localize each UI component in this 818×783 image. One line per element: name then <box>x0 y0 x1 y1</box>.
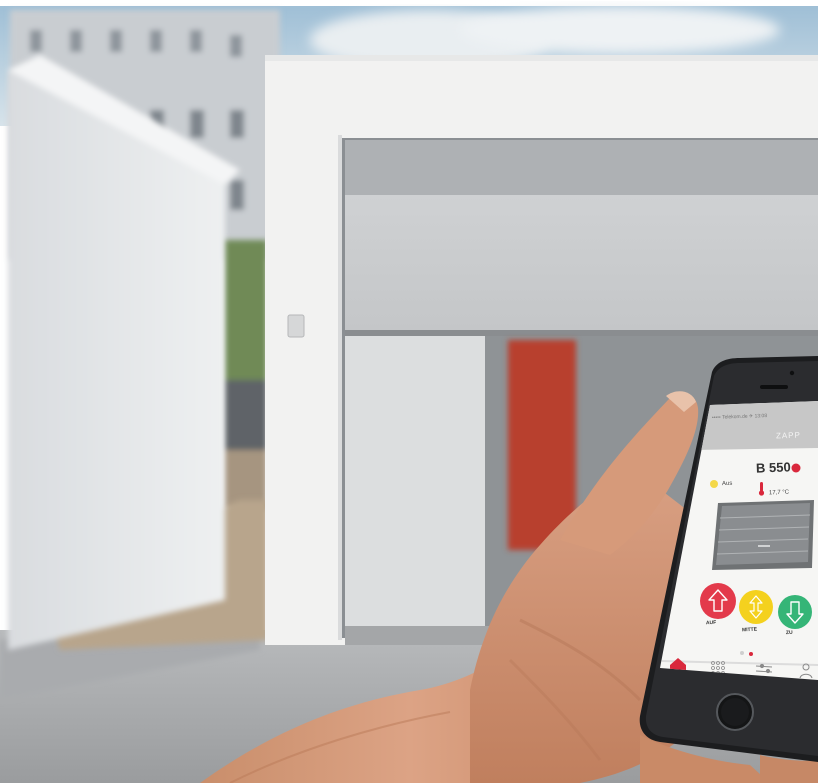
device-model: B 550 <box>755 459 791 476</box>
open-button-label: AUF <box>705 619 717 627</box>
tab-profile[interactable] <box>796 660 816 680</box>
open-button[interactable] <box>700 583 736 619</box>
tab-settings[interactable] <box>752 660 776 678</box>
tab-home[interactable] <box>666 655 690 675</box>
tab-devices[interactable] <box>708 657 730 677</box>
close-button-label: ZU <box>785 629 793 637</box>
app-screen: ••••• Telekom.de ✈ 13:08 ZAPP B 550 Aus … <box>0 0 818 783</box>
close-button[interactable] <box>778 595 812 629</box>
app-title: ZAPP <box>775 430 802 441</box>
status-bar: ••••• Telekom.de ✈ 13:08 <box>711 413 768 421</box>
photo-scene: ••••• Telekom.de ✈ 13:08 ZAPP B 550 Aus … <box>0 0 818 783</box>
light-status: Aus <box>721 480 733 488</box>
temperature-readout: 17,7 °C <box>768 489 790 497</box>
middle-button-label: MITTE <box>741 626 758 634</box>
middle-button[interactable] <box>739 590 773 624</box>
